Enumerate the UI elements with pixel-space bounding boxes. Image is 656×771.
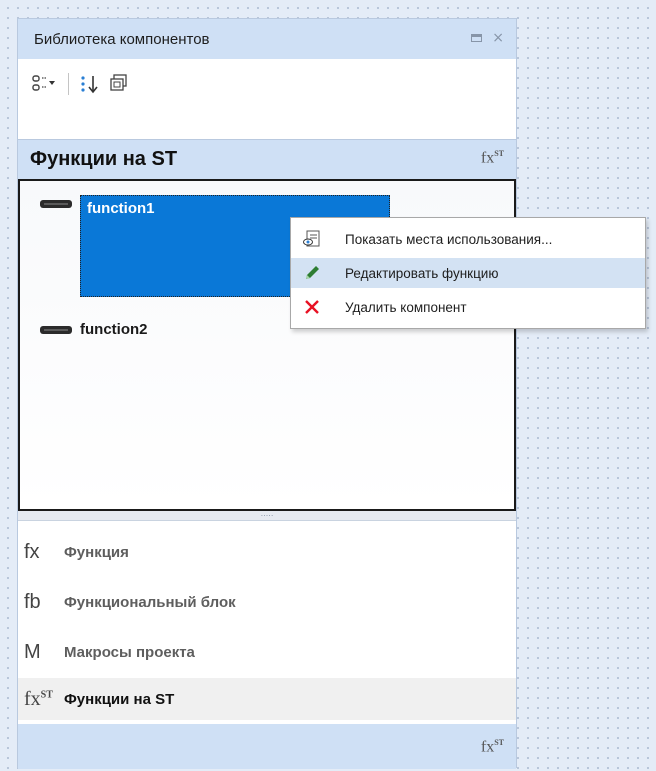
category-function-block[interactable]: fb Функциональный блок bbox=[18, 581, 516, 623]
function-label: function1 bbox=[87, 200, 155, 217]
close-icon[interactable]: × bbox=[492, 30, 504, 46]
fx-st-icon: fxST bbox=[480, 149, 504, 167]
section-title: Функции на ST bbox=[30, 148, 178, 170]
function-block-icon bbox=[40, 200, 72, 208]
menu-item-edit-function[interactable]: Редактировать функцию bbox=[291, 258, 645, 288]
sort-button[interactable] bbox=[79, 73, 101, 95]
menu-item-label: Показать места использования... bbox=[345, 231, 553, 247]
category-label: Функциональный блок bbox=[64, 593, 236, 611]
category-label: Макросы проекта bbox=[64, 643, 195, 661]
fx-icon: fx bbox=[24, 540, 40, 563]
function-block-icon bbox=[40, 326, 72, 334]
category-label: Функции на ST bbox=[64, 690, 175, 708]
function-label: function2 bbox=[80, 321, 148, 338]
category-project-macros[interactable]: M Макросы проекта bbox=[18, 631, 516, 673]
pencil-icon bbox=[291, 264, 333, 282]
copy-icon bbox=[110, 74, 127, 91]
bottom-strip: fxST bbox=[18, 724, 516, 769]
fb-icon: fb bbox=[24, 590, 41, 613]
splitter-handle[interactable]: ..... bbox=[18, 510, 516, 521]
toolbar-separator bbox=[68, 73, 69, 95]
menu-item-show-usages[interactable]: Показать места использования... bbox=[291, 224, 645, 254]
panel-title: Библиотека компонентов bbox=[34, 30, 210, 48]
macro-m-icon: M bbox=[24, 640, 41, 663]
view-list-icon bbox=[32, 75, 55, 91]
restore-window-icon[interactable] bbox=[471, 34, 483, 42]
show-usages-icon bbox=[291, 230, 333, 248]
panel-header-buttons: × bbox=[471, 30, 504, 46]
component-library-panel: Библиотека компонентов × Функции на ST f… bbox=[17, 18, 517, 769]
fx-st-icon: fxST bbox=[480, 738, 504, 756]
context-menu: Показать места использования... Редактир… bbox=[290, 217, 646, 329]
toolbar bbox=[32, 69, 131, 99]
fx-st-icon: fxST bbox=[24, 687, 53, 710]
copy-button[interactable] bbox=[107, 73, 131, 95]
sort-icon bbox=[81, 76, 98, 94]
menu-item-label: Редактировать функцию bbox=[345, 265, 499, 281]
category-label: Функция bbox=[64, 543, 129, 561]
view-mode-dropdown-button[interactable] bbox=[32, 74, 58, 94]
menu-item-label: Удалить компонент bbox=[345, 299, 467, 315]
category-st-functions[interactable]: fxST Функции на ST bbox=[18, 678, 516, 720]
category-function[interactable]: fx Функция bbox=[18, 531, 516, 573]
delete-x-icon bbox=[291, 298, 333, 316]
section-header: Функции на ST fxST bbox=[18, 139, 516, 179]
panel-header: Библиотека компонентов × bbox=[18, 19, 516, 59]
menu-item-delete-component[interactable]: Удалить компонент bbox=[291, 292, 645, 322]
function-item-function2[interactable]: function2 bbox=[40, 321, 148, 338]
